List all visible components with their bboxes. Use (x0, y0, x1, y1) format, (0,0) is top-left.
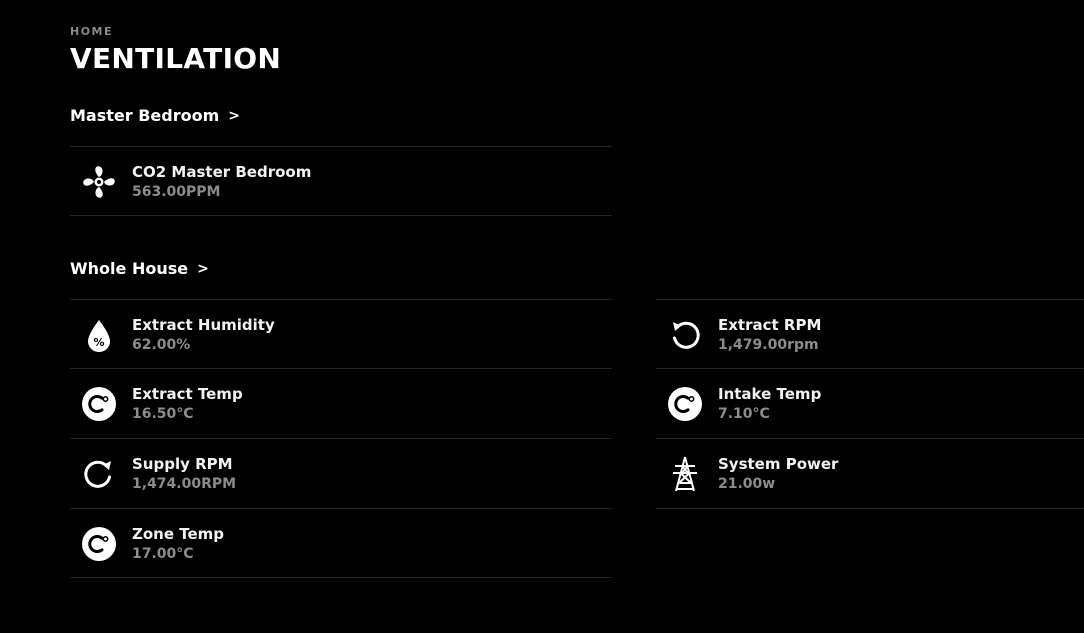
list-item-supply-rpm[interactable]: Supply RPM 1,474.00RPM (70, 439, 612, 508)
chevron-right-icon: > (228, 107, 240, 124)
item-name: System Power (718, 454, 839, 473)
list-item-co2-master-bedroom[interactable]: CO2 Master Bedroom 563.00PPM (70, 147, 612, 216)
item-value: 21.00w (718, 475, 776, 492)
ventilation-page: HOME VENTILATION Master Bedroom > CO2 Ma… (0, 0, 1084, 633)
item-name: Intake Temp (718, 384, 822, 403)
item-name: CO2 Master Bedroom (132, 162, 312, 181)
breadcrumb[interactable]: HOME (70, 25, 113, 38)
fan-icon (80, 163, 118, 201)
list-item-system-power[interactable]: System Power 21.00w (656, 439, 1084, 508)
section-label: Master Bedroom (70, 106, 220, 125)
list-item-zone-temp[interactable]: Zone Temp 17.00°C (70, 509, 612, 578)
rotate-ccw-icon (666, 316, 704, 354)
humidity-drop-icon: % (80, 316, 118, 354)
divider (656, 508, 1084, 509)
celsius-icon (80, 385, 118, 423)
list-item-extract-temp[interactable]: Extract Temp 16.50°C (70, 369, 612, 438)
section-label: Whole House (70, 259, 189, 278)
item-value: 1,479.00rpm (718, 336, 819, 353)
rotate-cw-icon (80, 455, 118, 493)
list-item-extract-rpm[interactable]: Extract RPM 1,479.00rpm (656, 300, 1084, 369)
celsius-icon (666, 385, 704, 423)
item-value: 563.00PPM (132, 183, 221, 200)
item-name: Supply RPM (132, 454, 233, 473)
item-value: 1,474.00RPM (132, 475, 237, 492)
item-name: Extract RPM (718, 315, 822, 334)
item-name: Zone Temp (132, 524, 225, 543)
chevron-right-icon: > (197, 260, 209, 277)
section-header-master-bedroom[interactable]: Master Bedroom > (70, 106, 240, 125)
item-name: Extract Temp (132, 384, 243, 403)
celsius-icon (80, 525, 118, 563)
list-item-extract-humidity[interactable]: % Extract Humidity 62.00% (70, 300, 612, 369)
item-value: 62.00% (132, 336, 191, 353)
list-item-intake-temp[interactable]: Intake Temp 7.10°C (656, 369, 1084, 438)
svg-text:%: % (93, 336, 104, 349)
divider (70, 215, 612, 216)
item-value: 16.50°C (132, 405, 194, 422)
item-name: Extract Humidity (132, 315, 275, 334)
power-tower-icon (666, 455, 704, 493)
section-header-whole-house[interactable]: Whole House > (70, 259, 209, 278)
item-value: 7.10°C (718, 405, 770, 422)
page-title: VENTILATION (70, 42, 282, 75)
item-value: 17.00°C (132, 545, 194, 562)
